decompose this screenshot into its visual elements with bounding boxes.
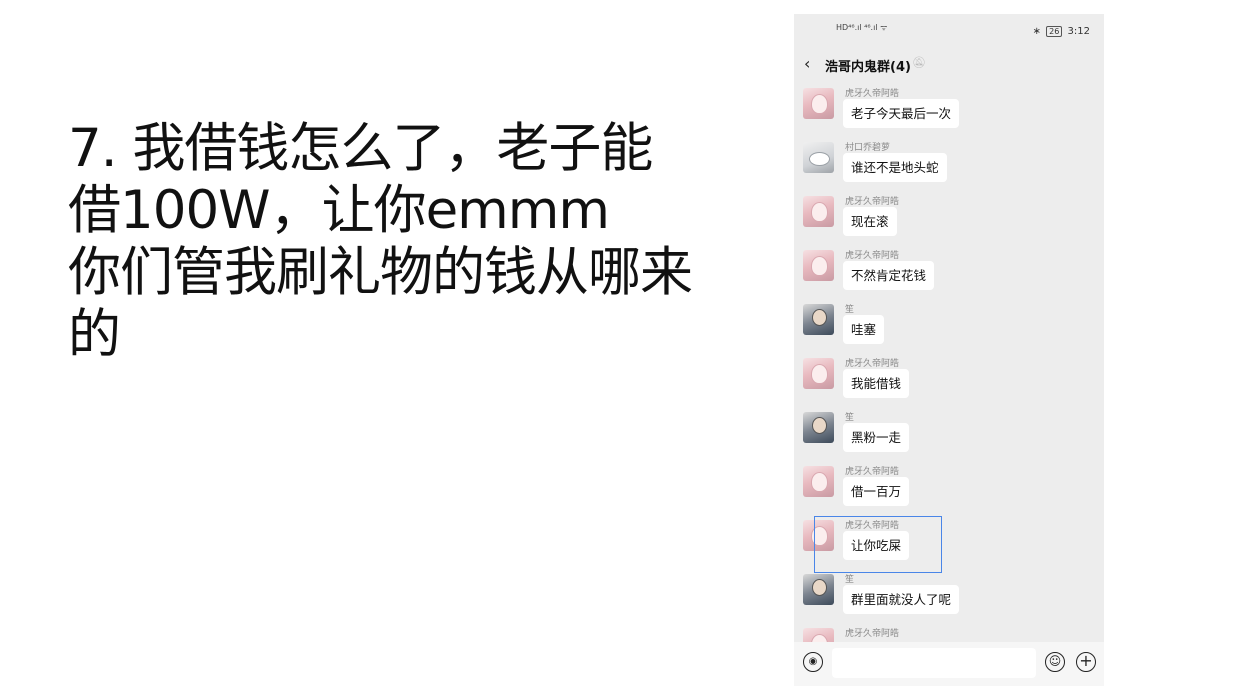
message-bubble[interactable]: 现在滚 bbox=[843, 207, 897, 236]
chat-title[interactable]: 浩哥内鬼群(4) bbox=[825, 56, 911, 75]
avatar[interactable] bbox=[803, 250, 834, 281]
message-row: 虎牙久帝阿皓 借一百万 bbox=[794, 458, 1104, 512]
avatar[interactable] bbox=[803, 628, 834, 642]
status-bar: HD⁴⁶.ıl ⁴⁶.ıl ᯤ ∗ 26 3:12 bbox=[794, 14, 1104, 50]
message-bubble[interactable]: 黑粉一走 bbox=[843, 423, 910, 452]
sender-name: 虎牙久帝阿皓 bbox=[845, 251, 900, 261]
mute-bell-icon: 🔕︎ bbox=[912, 56, 926, 69]
slide-line-1: 7. 我借钱怎么了，老子能 bbox=[68, 118, 653, 179]
message-row: 笙 黑粉一走 bbox=[794, 404, 1104, 458]
message-bubble[interactable]: 老子今天最后一次 bbox=[843, 99, 960, 128]
message-row: 笙 哇塞 bbox=[794, 296, 1104, 350]
sender-name: 笙 bbox=[845, 305, 855, 315]
slide-text: 7. 我借钱怎么了，老子能 借100W，让你emmm 你们管我刷礼物的钱从哪来 … bbox=[68, 118, 708, 366]
status-right: ∗ 26 3:12 bbox=[1033, 26, 1090, 37]
message-bubble[interactable]: 让你吃屎 bbox=[843, 531, 910, 560]
slide-line-2: 借100W，让你emmm bbox=[68, 180, 610, 241]
bluetooth-icon: ∗ bbox=[1032, 26, 1041, 37]
input-bar: ◉ ☺ + bbox=[794, 642, 1104, 686]
battery-icon: 26 bbox=[1046, 26, 1063, 37]
avatar[interactable] bbox=[803, 142, 834, 173]
message-bubble[interactable]: 哇塞 bbox=[843, 315, 885, 344]
message-row: 村口乔碧萝 谁还不是地头蛇 bbox=[794, 134, 1104, 188]
message-bubble[interactable]: 我能借钱 bbox=[843, 369, 910, 398]
sender-name: 虎牙久帝阿皓 bbox=[845, 467, 900, 477]
chat-header: ‹ 浩哥内鬼群(4) 🔕︎ bbox=[794, 50, 1104, 80]
slide-line-4: 的 bbox=[68, 304, 121, 365]
avatar[interactable] bbox=[803, 196, 834, 227]
sender-name: 虎牙久帝阿皓 bbox=[845, 359, 900, 369]
avatar[interactable] bbox=[803, 304, 834, 335]
avatar[interactable] bbox=[803, 574, 834, 605]
slide-line-3: 你们管我刷礼物的钱从哪来 bbox=[68, 242, 693, 303]
sender-name: 虎牙久帝阿皓 bbox=[845, 197, 900, 207]
sender-name: 村口乔碧萝 bbox=[845, 143, 891, 153]
sender-name: 虎牙久帝阿皓 bbox=[845, 89, 900, 99]
clock: 3:12 bbox=[1067, 26, 1090, 37]
avatar[interactable] bbox=[803, 466, 834, 497]
message-bubble[interactable]: 不然肯定花钱 bbox=[843, 261, 935, 290]
avatar[interactable] bbox=[803, 412, 834, 443]
message-bubble[interactable]: 谁还不是地头蛇 bbox=[843, 153, 947, 182]
signal-indicators: HD⁴⁶.ıl ⁴⁶.ıl ᯤ bbox=[836, 23, 888, 32]
message-bubble[interactable]: 借一百万 bbox=[843, 477, 910, 506]
sender-name: 虎牙久帝阿皓 bbox=[845, 629, 900, 639]
message-row: 虎牙久帝阿皓 不然肯定花钱 bbox=[794, 242, 1104, 296]
message-row: 虎牙久帝阿皓 老子今天最后一次 bbox=[794, 80, 1104, 134]
sender-name: 笙 bbox=[845, 575, 855, 585]
voice-icon[interactable]: ◉ bbox=[803, 652, 823, 672]
message-row: 虎牙久帝阿皓 现在滚 bbox=[794, 188, 1104, 242]
emoji-icon[interactable]: ☺ bbox=[1045, 652, 1065, 672]
message-bubble[interactable]: 群里面就没人了呢 bbox=[843, 585, 960, 614]
back-arrow-icon[interactable]: ‹ bbox=[804, 54, 810, 73]
message-row: 虎牙久帝阿皓 让你吃屎 bbox=[794, 512, 1104, 566]
phone-screenshot: HD⁴⁶.ıl ⁴⁶.ıl ᯤ ∗ 26 3:12 ‹ 浩哥内鬼群(4) 🔕︎ … bbox=[794, 14, 1104, 686]
sender-name: 虎牙久帝阿皓 bbox=[845, 521, 900, 531]
message-row: 虎牙久帝阿皓 我能借钱 bbox=[794, 350, 1104, 404]
message-input[interactable] bbox=[832, 648, 1036, 678]
message-list[interactable]: 虎牙久帝阿皓 老子今天最后一次 村口乔碧萝 谁还不是地头蛇 虎牙久帝阿皓 现在滚… bbox=[794, 80, 1104, 642]
message-row: 虎牙久帝阿皓 bbox=[794, 620, 1104, 642]
plus-icon[interactable]: + bbox=[1076, 652, 1096, 672]
avatar[interactable] bbox=[803, 88, 834, 119]
avatar[interactable] bbox=[803, 520, 834, 551]
message-row: 笙 群里面就没人了呢 bbox=[794, 566, 1104, 620]
sender-name: 笙 bbox=[845, 413, 855, 423]
avatar[interactable] bbox=[803, 358, 834, 389]
